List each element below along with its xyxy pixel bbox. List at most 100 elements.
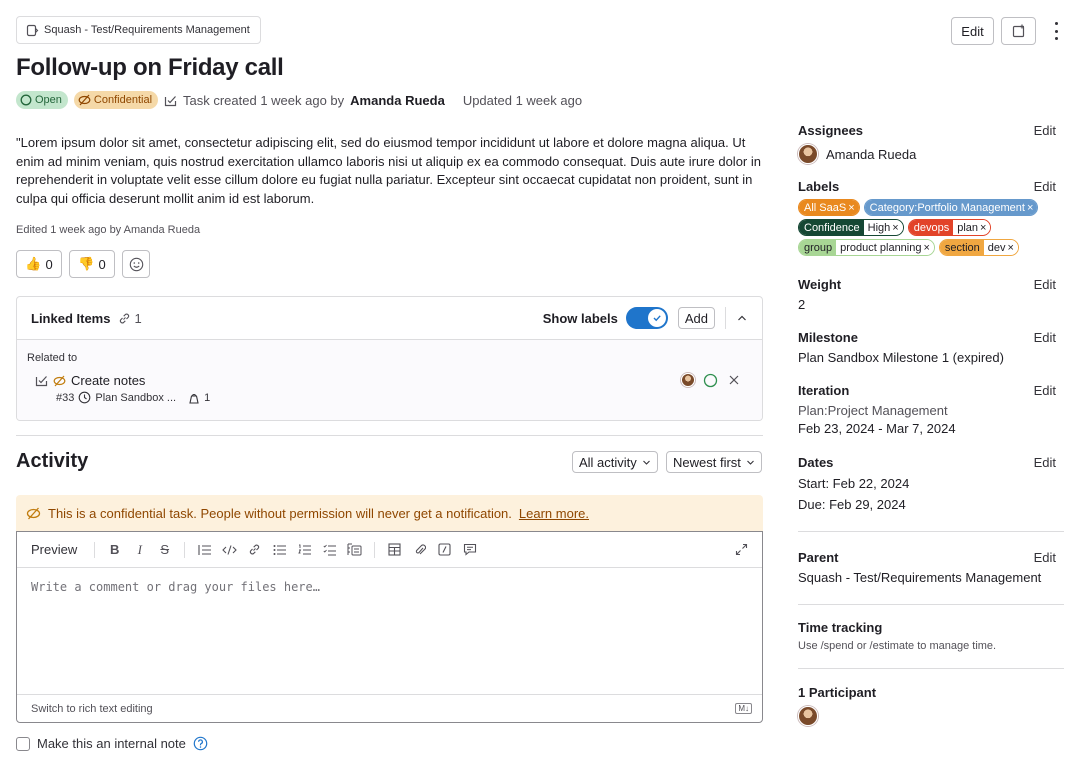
confidential-label: Confidential [93,94,153,106]
label-value: dev × [983,240,1018,255]
remove-label-icon[interactable]: × [848,202,854,214]
participants-title: 1 Participant [798,685,877,700]
internal-note-checkbox[interactable] [16,736,30,751]
milestone-section: Milestone Edit Plan Sandbox Milestone 1 … [798,330,1056,365]
clock-icon [78,391,91,404]
sidebar-divider [798,668,1064,669]
new-item-icon [1012,24,1026,38]
label-chip[interactable]: section dev × [938,239,1019,256]
label-chip[interactable]: All SaaS × [798,199,860,216]
smiley-icon [129,257,144,272]
remove-label-icon[interactable]: × [923,242,929,254]
participant-avatar[interactable] [798,706,1056,726]
chevron-up-icon[interactable] [736,312,748,324]
comment-textarea[interactable]: Write a comment or drag your files here… [31,580,320,594]
remove-label-icon[interactable]: × [892,222,898,234]
dates-section: Dates Edit Start: Feb 22, 2024 Due: Feb … [798,455,1056,512]
activity-sort-select[interactable]: Newest first [666,451,762,473]
strikethrough-icon[interactable]: S [156,541,173,558]
milestone-edit-button[interactable]: Edit [1034,330,1056,345]
meta-author-link[interactable]: Amanda Rueda [350,93,445,108]
milestone-value[interactable]: Plan Sandbox Milestone 1 (expired) [798,350,1056,365]
quote-icon[interactable] [196,541,213,558]
assignee-name[interactable]: Amanda Rueda [826,147,916,162]
iteration-edit-button[interactable]: Edit [1034,383,1056,398]
assignees-edit-button[interactable]: Edit [1034,123,1056,138]
thumbs-up-button[interactable]: 👍 0 [16,250,62,278]
remove-label-icon[interactable]: × [1027,202,1033,214]
breadcrumb-label: Squash - Test/Requirements Management [44,24,250,36]
avatar [798,144,818,164]
linked-item-title[interactable]: Create notes [71,373,145,388]
avatar [798,706,818,726]
thumbs-up-icon: 👍 [25,256,42,271]
parent-section: Parent Edit Squash - Test/Requirements M… [798,550,1056,585]
code-icon[interactable] [221,541,238,558]
thumbs-down-count: 0 [98,256,106,272]
breadcrumb[interactable]: Squash - Test/Requirements Management [16,16,261,44]
more-actions-icon[interactable] [1049,22,1063,40]
label-value-text: dev [987,241,1006,254]
markdown-icon[interactable]: M↓ [735,703,752,714]
label-key: section [939,240,984,255]
due-date: Due: Feb 29, 2024 [798,497,906,512]
link-icon[interactable] [246,541,263,558]
toolbar-divider [184,541,186,558]
labels-edit-button[interactable]: Edit [1034,179,1056,194]
edit-title-button[interactable]: Edit [951,17,994,45]
task-list-icon[interactable] [321,541,338,558]
switch-rich-text-link[interactable]: Switch to rich text editing [31,703,153,715]
label-chip[interactable]: Confidence High × [798,219,904,236]
status-badge: Open [16,91,68,109]
slash-command-icon[interactable] [436,541,453,558]
internal-note-label: Make this an internal note [37,736,186,751]
bulleted-list-icon[interactable] [271,541,288,558]
show-labels-toggle[interactable] [625,307,668,329]
link-icon [118,312,131,325]
iteration-cadence: Plan:Project Management [798,403,948,418]
assignee-row[interactable]: Amanda Rueda [798,144,1056,164]
toolbar-divider [374,541,376,558]
table-icon[interactable] [386,541,403,558]
remove-label-icon[interactable]: × [1008,242,1014,254]
fullscreen-icon[interactable] [735,543,748,556]
thumbs-down-button[interactable]: 👎 0 [69,250,115,278]
label-value: plan × [953,220,991,235]
add-reaction-button[interactable] [122,250,150,278]
activity-filter-select[interactable]: All activity [572,451,658,473]
milestone-title: Milestone [798,330,858,345]
check-icon [647,309,666,327]
add-linked-item-button[interactable]: Add [677,307,715,329]
help-icon[interactable] [193,736,208,751]
linked-item-row[interactable]: Create notes [35,373,145,388]
page-title: Follow-up on Friday call [16,54,284,81]
weight-value: 2 [798,297,806,312]
comment-template-icon[interactable] [461,541,478,558]
chevron-down-icon [746,458,755,467]
collapsible-section-icon[interactable] [346,541,363,558]
numbered-list-icon[interactable] [296,541,313,558]
thumbs-down-icon: 👎 [78,256,95,271]
internal-note-row[interactable]: Make this an internal note [16,736,208,751]
new-related-button[interactable] [1001,17,1036,45]
label-chip[interactable]: Category:Portfolio Management × [863,199,1039,216]
parent-value[interactable]: Squash - Test/Requirements Management [798,570,1056,585]
description-text: "Lorem ipsum dolor sit amet, consectetur… [16,135,761,206]
parent-title: Parent [798,550,839,565]
label-chip[interactable]: devops plan × [907,219,992,236]
preview-tab[interactable]: Preview [31,542,77,557]
weight-edit-button[interactable]: Edit [1034,277,1056,292]
parent-edit-button[interactable]: Edit [1034,550,1056,565]
italic-icon[interactable]: I [131,541,148,558]
toolbar-divider [94,541,96,558]
bold-icon[interactable]: B [106,541,123,558]
dates-edit-button[interactable]: Edit [1034,455,1056,470]
iteration-dates[interactable]: Feb 23, 2024 - Mar 7, 2024 [798,421,1056,436]
label-chip[interactable]: group product planning × [798,239,935,256]
eye-slash-icon [53,375,66,387]
learn-more-link[interactable]: Learn more. [519,506,589,521]
remove-link-icon[interactable] [728,374,740,386]
sidebar-divider [798,604,1064,605]
remove-label-icon[interactable]: × [980,222,986,234]
attach-file-icon[interactable] [411,541,428,558]
